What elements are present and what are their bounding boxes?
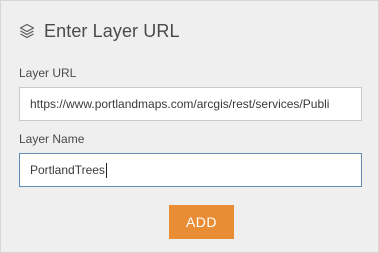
layer-name-label: Layer Name bbox=[19, 132, 85, 146]
layer-url-value: https://www.portlandmaps.com/arcgis/rest… bbox=[30, 97, 330, 111]
layer-url-label: Layer URL bbox=[19, 66, 77, 80]
panel-title: Enter Layer URL bbox=[44, 20, 180, 41]
text-caret bbox=[105, 162, 107, 178]
layer-name-input[interactable]: PortlandTrees bbox=[19, 153, 362, 187]
layer-name-value: PortlandTrees bbox=[30, 163, 105, 177]
add-layer-panel: Enter Layer URL Layer URL https://www.po… bbox=[0, 0, 379, 253]
add-button[interactable]: ADD bbox=[169, 205, 234, 239]
layer-url-input[interactable]: https://www.portlandmaps.com/arcgis/rest… bbox=[19, 87, 362, 121]
panel-header: Enter Layer URL bbox=[18, 19, 180, 43]
layers-icon bbox=[18, 22, 36, 40]
